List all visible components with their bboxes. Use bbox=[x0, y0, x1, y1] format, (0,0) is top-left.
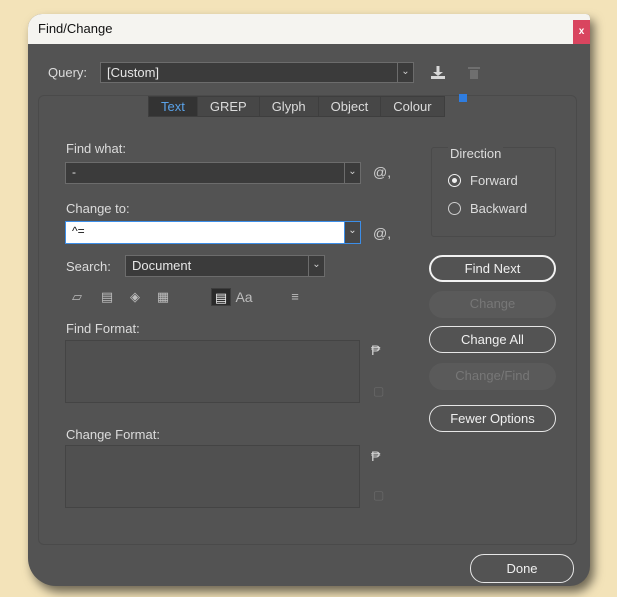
search-scope-value: Document bbox=[132, 258, 192, 273]
change-format-box[interactable] bbox=[65, 445, 360, 508]
search-label: Search: bbox=[66, 259, 111, 274]
change-to-input[interactable]: ^= ⌄ bbox=[65, 221, 361, 244]
close-button[interactable]: x bbox=[573, 20, 590, 44]
tab-text[interactable]: Text bbox=[149, 97, 198, 116]
backward-label: Backward bbox=[470, 201, 528, 216]
change-format-label: Change Format: bbox=[66, 427, 160, 442]
find-what-label: Find what: bbox=[66, 141, 126, 156]
fewer-options-button[interactable]: Fewer Options bbox=[429, 405, 556, 432]
include-footnotes-icon[interactable]: ▤ bbox=[211, 288, 231, 306]
find-what-dropdown-chevron-icon[interactable]: ⌄ bbox=[344, 163, 360, 183]
whole-word-icon[interactable]: ≡ bbox=[285, 288, 305, 306]
specify-find-format-icon[interactable]: ₱ bbox=[371, 342, 380, 358]
direction-label: Direction bbox=[448, 146, 504, 161]
change-button[interactable]: Change bbox=[429, 291, 556, 318]
direction-backward-option[interactable]: Backward bbox=[448, 201, 527, 216]
done-button[interactable]: Done bbox=[470, 554, 574, 583]
radio-forward[interactable] bbox=[448, 174, 461, 187]
window-title: Find/Change bbox=[38, 21, 113, 36]
change-find-button[interactable]: Change/Find bbox=[429, 363, 556, 390]
chevron-down-icon[interactable]: ⌄ bbox=[397, 63, 413, 82]
tab-grep[interactable]: GREP bbox=[198, 97, 260, 116]
change-to-value: ^= bbox=[72, 224, 85, 238]
search-scope-select[interactable]: Document ⌄ bbox=[125, 255, 325, 277]
accent-corner-marker bbox=[459, 94, 467, 102]
change-to-label: Change to: bbox=[66, 201, 130, 216]
find-what-value: - bbox=[72, 165, 76, 179]
find-format-box[interactable] bbox=[65, 340, 360, 403]
change-to-dropdown-chevron-icon[interactable]: ⌄ bbox=[344, 222, 360, 243]
include-locked-stories-icon[interactable]: ▤ bbox=[97, 288, 117, 306]
find-format-label: Find Format: bbox=[66, 321, 140, 336]
search-scope-chevron-icon[interactable]: ⌄ bbox=[308, 256, 324, 276]
find-change-dialog: Find/Change x Query: [Custom] ⌄ Text GRE… bbox=[28, 14, 590, 586]
include-master-pages-icon[interactable]: ▦ bbox=[153, 288, 173, 306]
search-options-toolbar: ▱ ▤ ◈ ▦ ▤ Aa ≡ bbox=[67, 288, 317, 308]
include-hidden-layers-icon[interactable]: ◈ bbox=[125, 288, 145, 306]
tab-glyph[interactable]: Glyph bbox=[260, 97, 319, 116]
tab-bar: Text GREP Glyph Object Colour bbox=[148, 96, 445, 117]
query-value: [Custom] bbox=[107, 65, 160, 80]
query-label: Query: bbox=[48, 65, 88, 80]
query-select[interactable]: [Custom] ⌄ bbox=[100, 62, 414, 83]
tab-object[interactable]: Object bbox=[319, 97, 382, 116]
case-sensitive-icon[interactable]: Aa bbox=[232, 288, 256, 306]
clear-change-format-trash-icon: ▢ bbox=[373, 488, 385, 502]
save-query-icon[interactable] bbox=[430, 65, 446, 80]
trash-icon[interactable] bbox=[468, 65, 480, 80]
direction-forward-option[interactable]: Forward bbox=[448, 173, 518, 188]
change-special-characters-button[interactable]: @, bbox=[373, 225, 391, 241]
change-all-button[interactable]: Change All bbox=[429, 326, 556, 353]
find-special-characters-button[interactable]: @, bbox=[373, 164, 391, 180]
include-locked-layers-icon[interactable]: ▱ bbox=[67, 288, 87, 306]
radio-backward[interactable] bbox=[448, 202, 461, 215]
find-what-input[interactable]: - ⌄ bbox=[65, 162, 361, 184]
title-bar: Find/Change x bbox=[28, 14, 590, 44]
clear-find-format-trash-icon: ▢ bbox=[373, 384, 385, 398]
tab-colour[interactable]: Colour bbox=[381, 97, 443, 116]
direction-group: Direction Forward Backward bbox=[431, 146, 556, 237]
find-next-button[interactable]: Find Next bbox=[429, 255, 556, 282]
forward-label: Forward bbox=[470, 173, 518, 188]
specify-change-format-icon[interactable]: ₱ bbox=[371, 448, 380, 464]
